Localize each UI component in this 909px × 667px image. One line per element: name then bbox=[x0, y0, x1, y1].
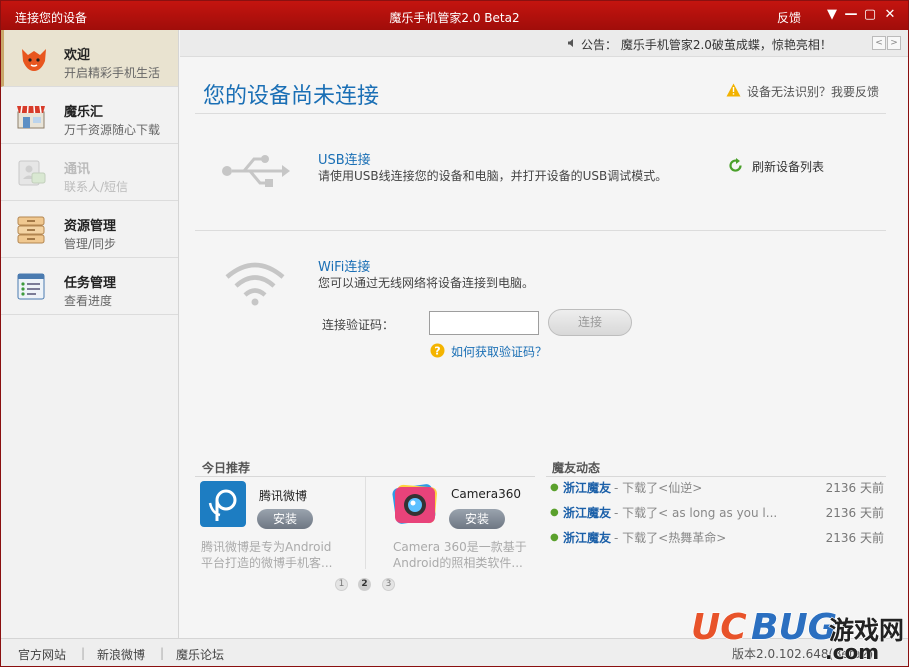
bullet-icon: ● bbox=[550, 532, 559, 543]
activity-item: ● 浙江魔友 - 下载了< as long as you l... 2136 天… bbox=[550, 504, 886, 524]
how-to-get-code-link[interactable]: 如何获取验证码？ bbox=[451, 343, 547, 360]
sidebar-item-title: 欢迎 bbox=[64, 48, 91, 63]
activity-user-link[interactable]: 浙江魔友 bbox=[563, 529, 611, 546]
app-name: Camera360 bbox=[451, 487, 521, 501]
unrecognized-device-feedback-link[interactable]: 设备无法识别？我要反馈 bbox=[747, 83, 879, 100]
sina-weibo-link[interactable]: 新浪微博 bbox=[97, 646, 145, 663]
refresh-device-list-link[interactable]: 刷新设备列表 bbox=[752, 158, 824, 175]
title-bar[interactable]: 连接您的设备 魔乐手机管家2.0 Beta2 反馈 ▼ — ▢ ✕ bbox=[1, 1, 908, 30]
divider bbox=[365, 477, 366, 569]
usb-icon bbox=[222, 155, 290, 187]
tencent-weibo-app-icon[interactable] bbox=[200, 481, 246, 527]
activity-text: - 下载了<仙逆> bbox=[614, 481, 703, 495]
refresh-icon bbox=[729, 158, 742, 172]
activity-time: 2136 天前 bbox=[825, 481, 884, 495]
contacts-icon bbox=[18, 160, 46, 186]
next-announcement-button[interactable]: > bbox=[887, 36, 901, 50]
sidebar-item-subtitle: 管理/同步 bbox=[64, 237, 117, 251]
ucbug-watermark-logo: UC BUG 游戏网 .com bbox=[690, 606, 903, 661]
sidebar-item-subtitle: 开启精彩手机生活 bbox=[64, 66, 161, 80]
warning-icon bbox=[726, 83, 741, 97]
maximize-icon[interactable]: ▢ bbox=[862, 7, 878, 23]
window-title: 魔乐手机管家2.0 Beta2 bbox=[389, 11, 520, 25]
bullet-icon: ● bbox=[550, 507, 559, 518]
announcement-bar: 公告： 魔乐手机管家2.0破茧成蝶，惊艳亮相！ < > bbox=[180, 30, 908, 57]
usb-connect-description: 请使用USB线连接您的设备和电脑，并打开设备的USB调试模式。 bbox=[318, 169, 668, 183]
activity-section-title: 魔友动态 bbox=[552, 461, 601, 475]
svg-text:.com: .com bbox=[825, 640, 879, 661]
recommend-page-1[interactable]: 1 bbox=[335, 578, 348, 591]
sidebar-item-title: 通讯 bbox=[64, 162, 91, 177]
separator: | bbox=[160, 646, 165, 660]
task-list-icon bbox=[17, 273, 45, 300]
usb-connect-title[interactable]: USB连接 bbox=[318, 149, 371, 168]
sidebar-item-tasks[interactable]: 任务管理 查看进度 bbox=[1, 258, 178, 315]
recommend-page-3[interactable]: 3 bbox=[382, 578, 395, 591]
activity-item: ● 浙江魔友 - 下载了<热舞革命> 2136 天前 bbox=[550, 529, 886, 549]
connect-button[interactable]: 连接 bbox=[548, 309, 632, 336]
sidebar-item-subtitle: 查看进度 bbox=[64, 294, 113, 308]
svg-text:UC: UC bbox=[691, 607, 747, 648]
verification-code-input[interactable] bbox=[429, 311, 539, 335]
divider bbox=[195, 113, 886, 114]
sidebar-item-welcome[interactable]: 欢迎 开启精彩手机生活 bbox=[1, 30, 178, 87]
prev-announcement-button[interactable]: < bbox=[872, 36, 886, 50]
activity-user-link[interactable]: 浙江魔友 bbox=[563, 504, 611, 521]
sidebar-item-title: 魔乐汇 bbox=[64, 105, 104, 120]
app-description: 平台打造的微博手机客... bbox=[201, 556, 333, 570]
sidebar: 欢迎 开启精彩手机生活 魔乐汇 万千资源随心下载 通讯 联系人/短信 资源管理 … bbox=[1, 30, 179, 638]
close-icon[interactable]: ✕ bbox=[882, 7, 898, 23]
activity-item: ● 浙江魔友 - 下载了<仙逆> 2136 天前 bbox=[550, 479, 886, 499]
speaker-icon bbox=[568, 39, 573, 47]
divider bbox=[546, 476, 886, 477]
camera360-app-icon[interactable] bbox=[390, 480, 440, 528]
folder-icon bbox=[17, 216, 45, 244]
wifi-icon bbox=[225, 262, 285, 306]
activity-time: 2136 天前 bbox=[825, 531, 884, 545]
activity-user-link[interactable]: 浙江魔友 bbox=[563, 479, 611, 496]
activity-text: - 下载了< as long as you l... bbox=[614, 506, 778, 520]
install-button[interactable]: 安装 bbox=[257, 509, 313, 529]
app-description: 腾讯微博是专为Android bbox=[201, 540, 332, 554]
sidebar-item-title: 资源管理 bbox=[64, 219, 117, 234]
sidebar-item-resources[interactable]: 资源管理 管理/同步 bbox=[1, 201, 178, 258]
main-panel: 您的设备尚未连接 设备无法识别？我要反馈 USB连接 请使用USB线连接您的设备… bbox=[180, 58, 908, 638]
announcement-text[interactable]: 公告： 魔乐手机管家2.0破茧成蝶，惊艳亮相！ bbox=[581, 36, 832, 53]
sidebar-item-title: 任务管理 bbox=[64, 276, 117, 291]
fox-icon bbox=[22, 49, 46, 71]
page-title: 您的设备尚未连接 bbox=[203, 84, 380, 109]
svg-text:?: ? bbox=[434, 345, 440, 358]
recommend-section-title: 今日推荐 bbox=[202, 461, 251, 475]
app-window: 连接您的设备 魔乐手机管家2.0 Beta2 反馈 ▼ — ▢ ✕ 欢迎 开启精… bbox=[0, 0, 909, 667]
menu-dropdown-icon[interactable]: ▼ bbox=[824, 7, 840, 23]
sidebar-item-subtitle: 联系人/短信 bbox=[64, 180, 129, 194]
app-description: Android的照相类软件... bbox=[393, 556, 523, 570]
recommend-page-2[interactable]: 2 bbox=[358, 578, 371, 591]
forum-link[interactable]: 魔乐论坛 bbox=[176, 646, 224, 663]
minimize-icon[interactable]: — bbox=[843, 7, 859, 23]
feedback-button[interactable]: 反馈 bbox=[777, 9, 801, 26]
wifi-connect-description: 您可以通过无线网络将设备连接到电脑。 bbox=[318, 276, 535, 290]
install-button[interactable]: 安装 bbox=[449, 509, 505, 529]
separator: | bbox=[81, 646, 86, 660]
sidebar-item-store[interactable]: 魔乐汇 万千资源随心下载 bbox=[1, 87, 178, 144]
sidebar-item-contacts[interactable]: 通讯 联系人/短信 bbox=[1, 144, 178, 201]
divider bbox=[195, 230, 886, 231]
bullet-icon: ● bbox=[550, 482, 559, 493]
activity-time: 2136 天前 bbox=[825, 506, 884, 520]
app-name: 腾讯微博 bbox=[259, 489, 308, 503]
activity-text: - 下载了<热舞革命> bbox=[614, 531, 727, 545]
sidebar-item-subtitle: 万千资源随心下载 bbox=[64, 123, 161, 137]
store-icon bbox=[17, 105, 45, 129]
official-site-link[interactable]: 官方网站 bbox=[18, 646, 66, 663]
help-icon: ? bbox=[430, 343, 445, 358]
wifi-connect-title[interactable]: WiFi连接 bbox=[318, 256, 370, 275]
app-description: Camera 360是一款基于 bbox=[393, 540, 527, 554]
verification-code-label: 连接验证码： bbox=[322, 318, 395, 332]
